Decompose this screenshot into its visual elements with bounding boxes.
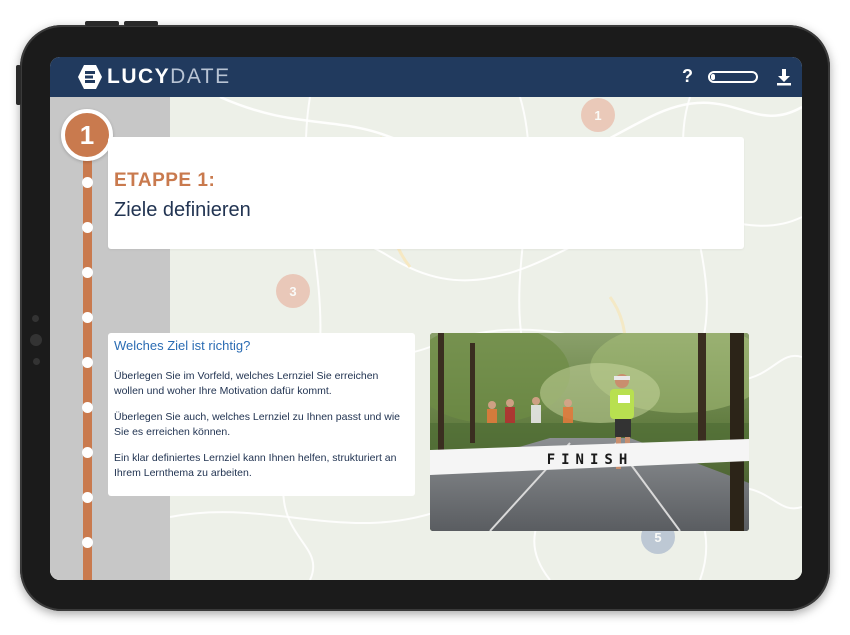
track-dot[interactable] [82,492,93,503]
content-paragraph: Überlegen Sie im Vorfeld, welches Lernzi… [114,370,379,397]
tablet-camera-ring [30,334,42,346]
app-logo[interactable]: LUCYDATE [77,64,231,90]
content-heading: Welches Ziel ist richtig? [114,338,251,353]
map-stage-marker[interactable]: 3 [276,274,310,308]
track-dot[interactable] [82,267,93,278]
screen: 1 3 5 1 LUCYDATE ? ETAPPE 1: Ziele defin… [50,57,802,580]
progress-bar [708,71,758,83]
tablet-camera [32,315,39,322]
stage-number-badge[interactable]: 1 [61,109,113,161]
content-paragraph: Überlegen Sie auch, welches Lernziel zu … [114,411,401,438]
finish-banner-text: FINISH [547,452,634,468]
logo-e-icon [78,65,102,89]
tablet-sensor [33,358,40,365]
content-paragraph: Ein klar definiertes Lernziel kann Ihnen… [114,452,397,479]
track-dot[interactable] [82,222,93,233]
content-card: Welches Ziel ist richtig? Überlegen Sie … [108,333,415,496]
tablet-side-button [16,65,21,105]
track-dot[interactable] [82,447,93,458]
track-dot[interactable] [82,357,93,368]
track-dot[interactable] [82,177,93,188]
track-dot[interactable] [82,537,93,548]
map-stage-marker[interactable]: 1 [581,98,615,132]
app-brand: LUCYDATE [107,65,231,89]
tablet-top-button [85,21,119,26]
track-dot[interactable] [82,312,93,323]
download-icon[interactable] [776,68,792,86]
finish-line-photo: FINISH [430,333,749,531]
brand-bold: LUCY [107,65,171,88]
stage-title-card: ETAPPE 1: Ziele definieren [108,137,744,249]
stage-title: Ziele definieren [114,199,251,221]
help-button[interactable]: ? [682,66,693,87]
track-dot[interactable] [82,402,93,413]
tablet-top-button [124,21,158,26]
progress-fill [711,74,715,80]
runners-photo-illustration: FINISH [430,333,749,531]
app-header: LUCYDATE ? [50,57,802,97]
stage-label: ETAPPE 1: [114,170,216,191]
brand-light: DATE [170,65,231,88]
